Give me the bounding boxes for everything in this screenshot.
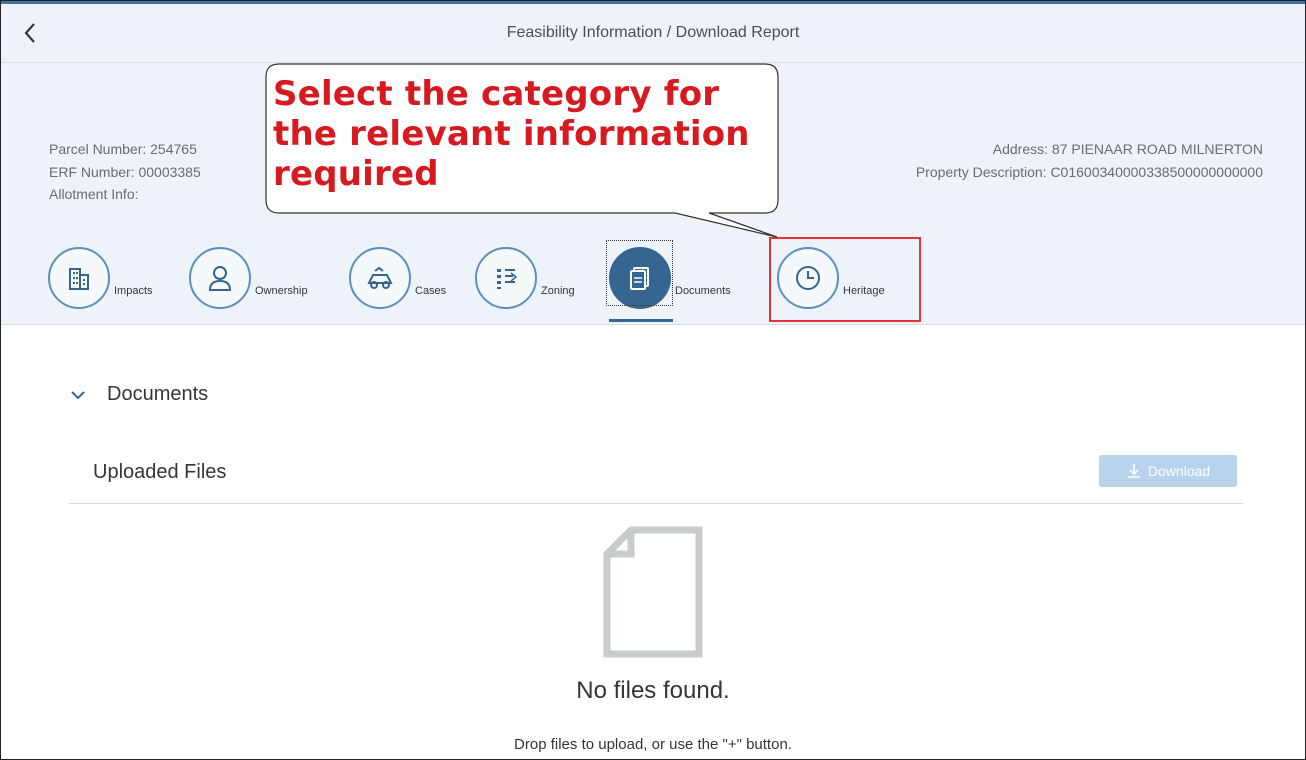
tab-ownership[interactable]: Ownership	[189, 247, 308, 309]
cases-icon	[367, 266, 393, 289]
parcel-info: Parcel Number: 254765 ERF Number: 000033…	[49, 138, 201, 206]
empty-state-title: No files found.	[576, 677, 730, 704]
download-icon	[1127, 464, 1140, 478]
tab-label: Ownership	[255, 285, 308, 297]
section-title: Documents	[107, 383, 209, 405]
download-button[interactable]: Download	[1099, 455, 1237, 487]
address-info: Address: 87 PIENAAR ROAD MILNERTON Prope…	[916, 138, 1263, 183]
tab-label: Zoning	[541, 285, 575, 297]
download-label: Download	[1147, 463, 1211, 479]
chevron-down-icon	[71, 390, 85, 399]
empty-state-hint: Drop files to upload, or use the "+" but…	[514, 736, 792, 753]
tab-impacts[interactable]: Impacts	[48, 247, 153, 309]
allotment-info: Allotment Info:	[49, 186, 139, 202]
tab-cases[interactable]: Cases	[349, 247, 446, 309]
tab-zoning[interactable]: Zoning	[475, 247, 575, 309]
highlight-box	[769, 237, 921, 322]
active-tab-indicator	[609, 319, 673, 322]
tab-label: Cases	[415, 285, 447, 297]
title-bar: Feasibility Information / Download Repor…	[1, 4, 1305, 63]
documents-section-toggle[interactable]: Documents	[69, 383, 208, 406]
parcel-number: Parcel Number: 254765	[49, 141, 197, 157]
zoning-icon	[497, 269, 518, 289]
erf-number: ERF Number: 00003385	[49, 163, 201, 180]
divider	[69, 503, 1243, 504]
tab-label: Impacts	[114, 285, 153, 297]
focus-outline	[606, 240, 673, 306]
callout-text: Select the category for the relevant inf…	[273, 74, 750, 194]
page-title: Feasibility Information / Download Repor…	[506, 24, 800, 41]
uploaded-files-title: Uploaded Files	[93, 461, 227, 483]
tab-label: Documents	[675, 285, 731, 297]
address: Address: 87 PIENAAR ROAD MILNERTON	[992, 141, 1263, 157]
property-description: Property Description: C01600340000338500…	[915, 163, 1263, 180]
empty-file-icon	[603, 526, 703, 658]
person-icon	[208, 266, 232, 291]
app-frame: Feasibility Information / Download Repor…	[0, 0, 1306, 760]
building-icon	[69, 268, 89, 290]
